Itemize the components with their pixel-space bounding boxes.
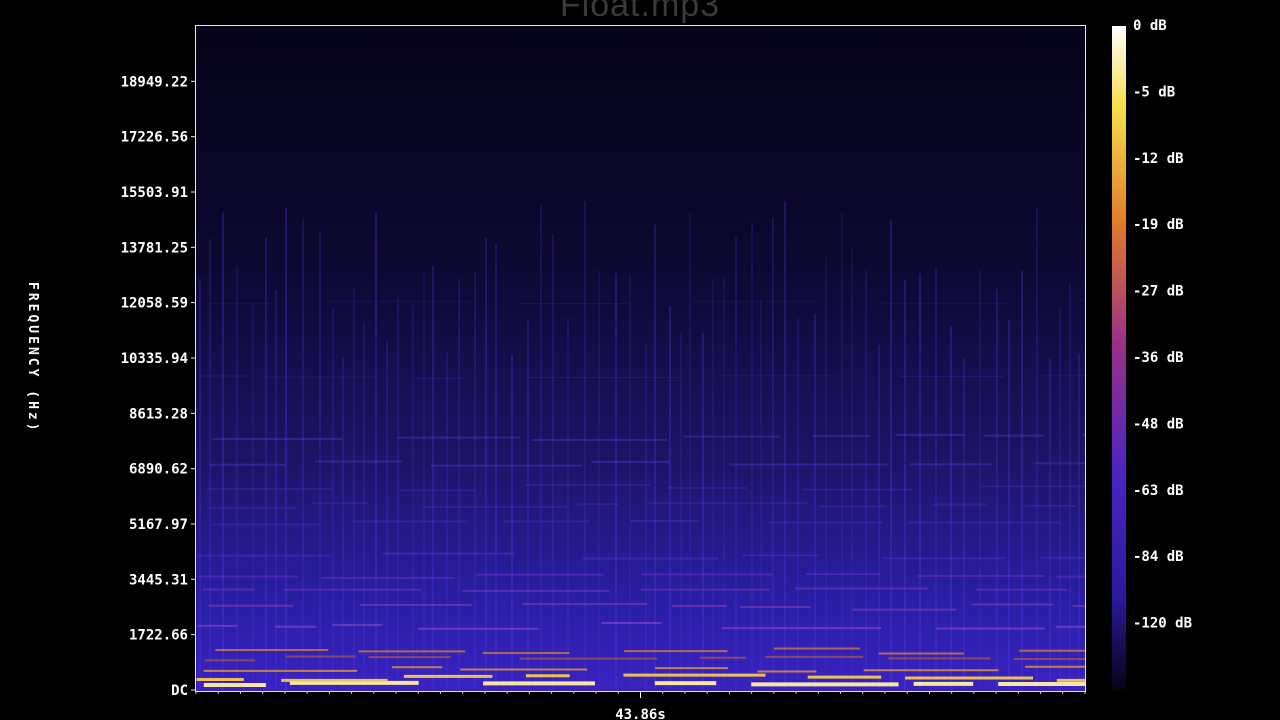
colorbar-label: 0 dB <box>1133 18 1167 34</box>
spectrogram-chart: DC 1722.66 3445.31 5167.97 6890.62 8613.28 103… <box>121 18 1192 720</box>
colorbar: 0 dB -5 dB -12 dB -19 dB -27 dB -36 dB -48 dB -… <box>1112 18 1192 690</box>
y-tick-label: 17226.56 <box>121 130 188 146</box>
colorbar-label: -36 dB <box>1133 350 1184 366</box>
colorbar-label: -48 dB <box>1133 416 1184 432</box>
x-tick-label: 43.86s <box>615 707 666 720</box>
colorbar-label: -19 dB <box>1133 217 1184 233</box>
y-tick-label: 1722.66 <box>129 628 188 644</box>
y-tick-label: 8613.28 <box>129 406 188 422</box>
y-tick-label: 15503.91 <box>121 185 188 201</box>
colorbar-label: -12 dB <box>1133 151 1184 167</box>
y-tick-label: 6890.62 <box>129 462 188 478</box>
spectrogram-area <box>196 26 1085 691</box>
colorbar-label: -27 dB <box>1133 284 1184 300</box>
y-tick-label: 12058.59 <box>121 296 188 312</box>
colorbar-label: -5 dB <box>1133 84 1175 100</box>
spectrogram-background <box>196 26 1085 691</box>
y-tick-label: 13781.25 <box>121 240 188 256</box>
y-tick-label: 10335.94 <box>121 351 188 367</box>
y-tick-label: DC <box>171 683 188 699</box>
y-axis: DC 1722.66 3445.31 5167.97 6890.62 8613.28 103… <box>121 74 196 699</box>
colorbar-label: -84 dB <box>1133 549 1184 565</box>
colorbar-label: -120 dB <box>1133 616 1192 632</box>
y-tick-label: 5167.97 <box>129 517 188 533</box>
x-axis: 43.86s <box>195 691 1086 720</box>
y-tick-label: 18949.22 <box>121 74 188 90</box>
colorbar-label: -63 dB <box>1133 483 1184 499</box>
y-tick-label: 3445.31 <box>129 572 188 588</box>
colorbar-gradient <box>1112 26 1126 690</box>
